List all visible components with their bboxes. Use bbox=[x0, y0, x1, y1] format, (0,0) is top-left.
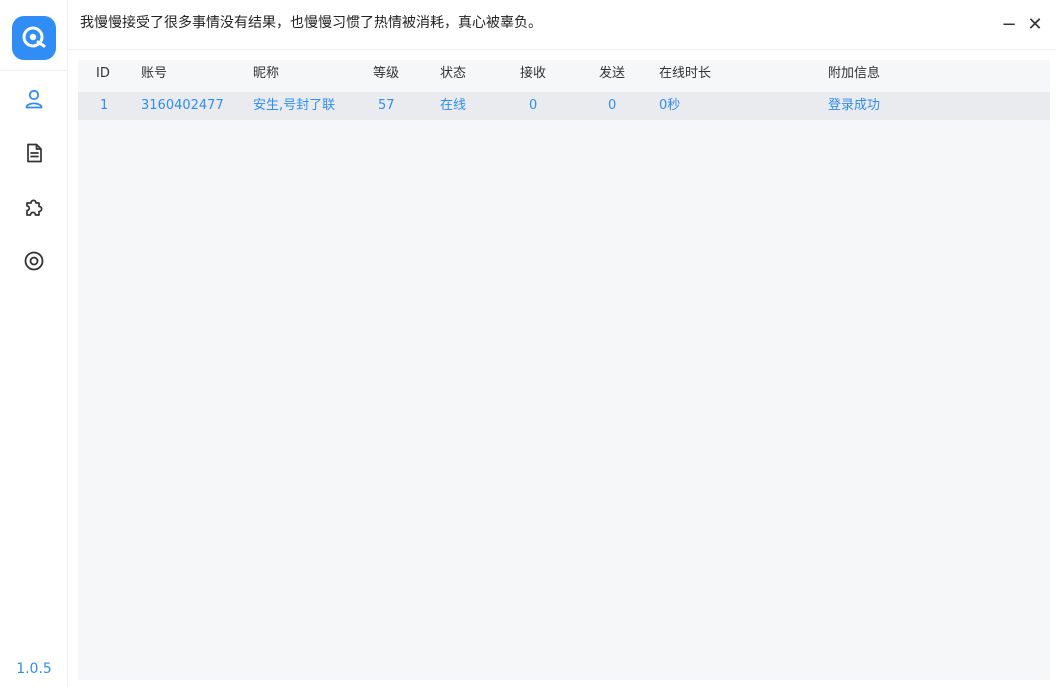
version-label: 1.0.5 bbox=[16, 661, 52, 677]
close-button[interactable]: ✕ bbox=[1024, 13, 1046, 35]
account-table: ID 账号 昵称 等级 状态 接收 发送 在线时长 附加信息 1 3160402… bbox=[78, 60, 1050, 680]
cell-level: 57 bbox=[378, 98, 395, 113]
column-nickname[interactable]: 昵称 bbox=[253, 60, 279, 88]
sidebar-item-plugins[interactable] bbox=[14, 187, 54, 227]
settings-ring-icon bbox=[24, 251, 44, 271]
column-level[interactable]: 等级 bbox=[373, 60, 399, 88]
document-icon bbox=[27, 143, 42, 163]
column-status[interactable]: 状态 bbox=[440, 60, 466, 88]
column-online-duration[interactable]: 在线时长 bbox=[659, 60, 711, 88]
cell-status: 在线 bbox=[440, 98, 467, 113]
logo-icon bbox=[22, 26, 46, 48]
cell-received: 0 bbox=[529, 98, 538, 113]
column-sent[interactable]: 发送 bbox=[599, 60, 625, 88]
window-title: 我慢慢接受了很多事情没有结果，也慢慢习惯了热情被消耗，真心被辜负。 bbox=[80, 15, 542, 31]
table-header: ID 账号 昵称 等级 状态 接收 发送 在线时长 附加信息 bbox=[78, 60, 1050, 88]
minimize-button[interactable]: − bbox=[998, 13, 1020, 35]
cell-sent: 0 bbox=[608, 98, 617, 113]
column-extra-info[interactable]: 附加信息 bbox=[828, 60, 880, 88]
cell-id: 1 bbox=[100, 98, 109, 113]
app-window: 1.0.5 我慢慢接受了很多事情没有结果，也慢慢习惯了热情被消耗，真心被辜负。 … bbox=[0, 0, 1056, 687]
column-id[interactable]: ID bbox=[96, 60, 110, 88]
sidebar-divider bbox=[0, 70, 68, 71]
column-received[interactable]: 接收 bbox=[520, 60, 546, 88]
cell-nickname: 安生,号封了联 bbox=[253, 98, 336, 113]
column-account[interactable]: 账号 bbox=[141, 60, 167, 88]
sidebar-item-settings[interactable] bbox=[14, 241, 54, 281]
cell-account: 3160402477 bbox=[141, 98, 224, 113]
sidebar-item-logs[interactable] bbox=[14, 133, 54, 173]
app-logo bbox=[12, 16, 56, 60]
puzzle-icon bbox=[26, 199, 43, 216]
title-bar: 我慢慢接受了很多事情没有结果，也慢慢习惯了热情被消耗，真心被辜负。 − ✕ bbox=[68, 0, 1056, 50]
sidebar: 1.0.5 bbox=[0, 0, 68, 687]
user-icon bbox=[25, 89, 43, 109]
table-row[interactable]: 1 3160402477 安生,号封了联 57 在线 0 0 0秒 登录成功 bbox=[78, 92, 1050, 120]
cell-online-duration: 0秒 bbox=[659, 98, 681, 113]
sidebar-item-accounts[interactable] bbox=[14, 79, 54, 119]
cell-extra-info: 登录成功 bbox=[828, 98, 881, 113]
